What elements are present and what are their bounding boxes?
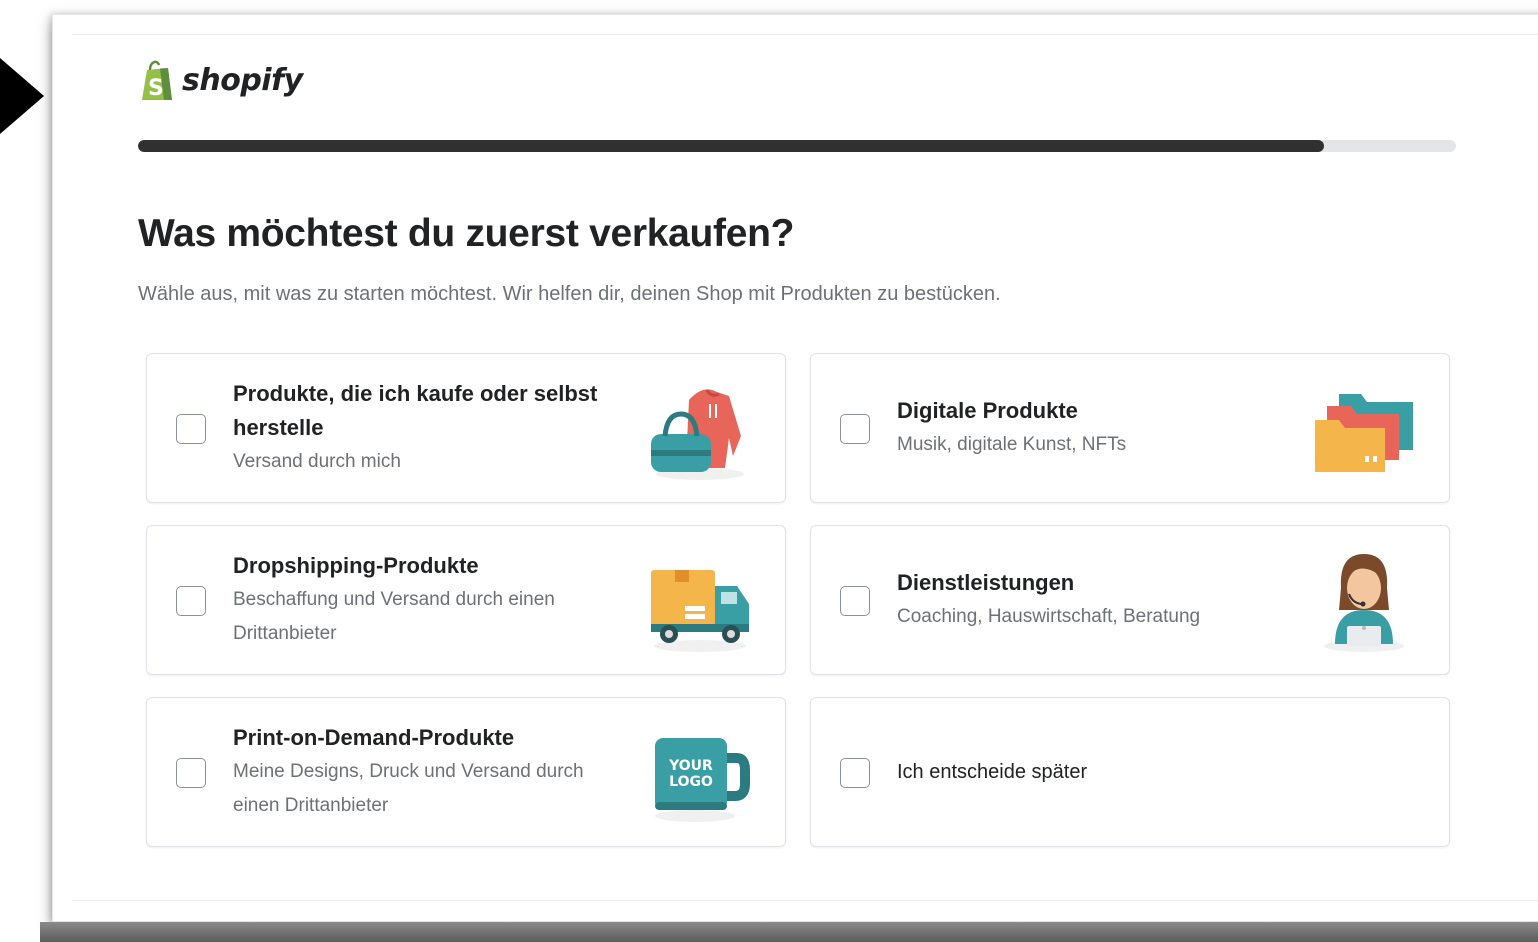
logo-mug-icon: YOUR LOGO xyxy=(655,738,750,822)
progress-fill xyxy=(138,140,1325,152)
svg-text:YOUR: YOUR xyxy=(668,758,713,774)
option-checkbox[interactable] xyxy=(176,586,206,616)
page-subtitle: Wähle aus, mit was zu starten möchtest. … xyxy=(138,283,1001,305)
svg-text:S: S xyxy=(148,76,164,101)
option-digital-products[interactable]: Digitale Produkte Musik, digitale Kunst,… xyxy=(810,353,1450,503)
shopify-logo: S shopify xyxy=(138,58,303,102)
option-checkbox[interactable] xyxy=(840,758,870,788)
window-shadow xyxy=(40,922,1538,942)
progress-bar xyxy=(138,140,1456,152)
folders-icon xyxy=(1315,394,1413,472)
shopify-wordmark: shopify xyxy=(182,62,303,98)
pointer-arrow xyxy=(0,58,44,134)
option-dropshipping[interactable]: Dropshipping-Produkte Beschaffung und Ve… xyxy=(146,525,786,675)
top-divider xyxy=(72,34,1538,35)
shopify-bag-icon: S xyxy=(142,60,172,101)
clothing-bag-icon xyxy=(651,389,744,480)
option-title: Produkte, die ich kaufe oder selbst hers… xyxy=(233,381,598,440)
option-description: Versand durch mich xyxy=(233,451,401,472)
option-title: Dienstleistungen xyxy=(897,570,1075,595)
consultant-person-icon xyxy=(1324,554,1404,652)
bottom-divider xyxy=(72,900,1538,901)
page-title: Was möchtest du zuerst verkaufen? xyxy=(138,212,795,255)
option-description: Coaching, Hauswirtschaft, Beratung xyxy=(897,606,1201,627)
option-print-on-demand[interactable]: Print-on-Demand-Produkte Meine Designs, … xyxy=(146,697,786,847)
option-services[interactable]: Dienstleistungen Coaching, Hauswirtschaf… xyxy=(810,525,1450,675)
options-grid: Produkte, die ich kaufe oder selbst hers… xyxy=(146,353,1450,847)
option-checkbox[interactable] xyxy=(840,414,870,444)
option-checkbox[interactable] xyxy=(176,758,206,788)
option-title: Digitale Produkte xyxy=(897,398,1078,423)
option-description: Meine Designs, Druck und Versand durch e… xyxy=(233,761,584,816)
option-description: Beschaffung und Versand durch einen Drit… xyxy=(233,589,555,644)
option-title: Print-on-Demand-Produkte xyxy=(233,725,515,750)
option-title: Dropshipping-Produkte xyxy=(233,553,479,578)
option-physical-products[interactable]: Produkte, die ich kaufe oder selbst hers… xyxy=(146,353,786,503)
delivery-truck-icon xyxy=(651,570,749,652)
option-title: Ich entscheide später xyxy=(897,761,1088,783)
option-description: Musik, digitale Kunst, NFTs xyxy=(897,434,1127,455)
option-decide-later[interactable]: Ich entscheide später xyxy=(810,697,1450,847)
option-checkbox[interactable] xyxy=(840,586,870,616)
option-checkbox[interactable] xyxy=(176,414,206,444)
svg-text:LOGO: LOGO xyxy=(669,774,713,790)
